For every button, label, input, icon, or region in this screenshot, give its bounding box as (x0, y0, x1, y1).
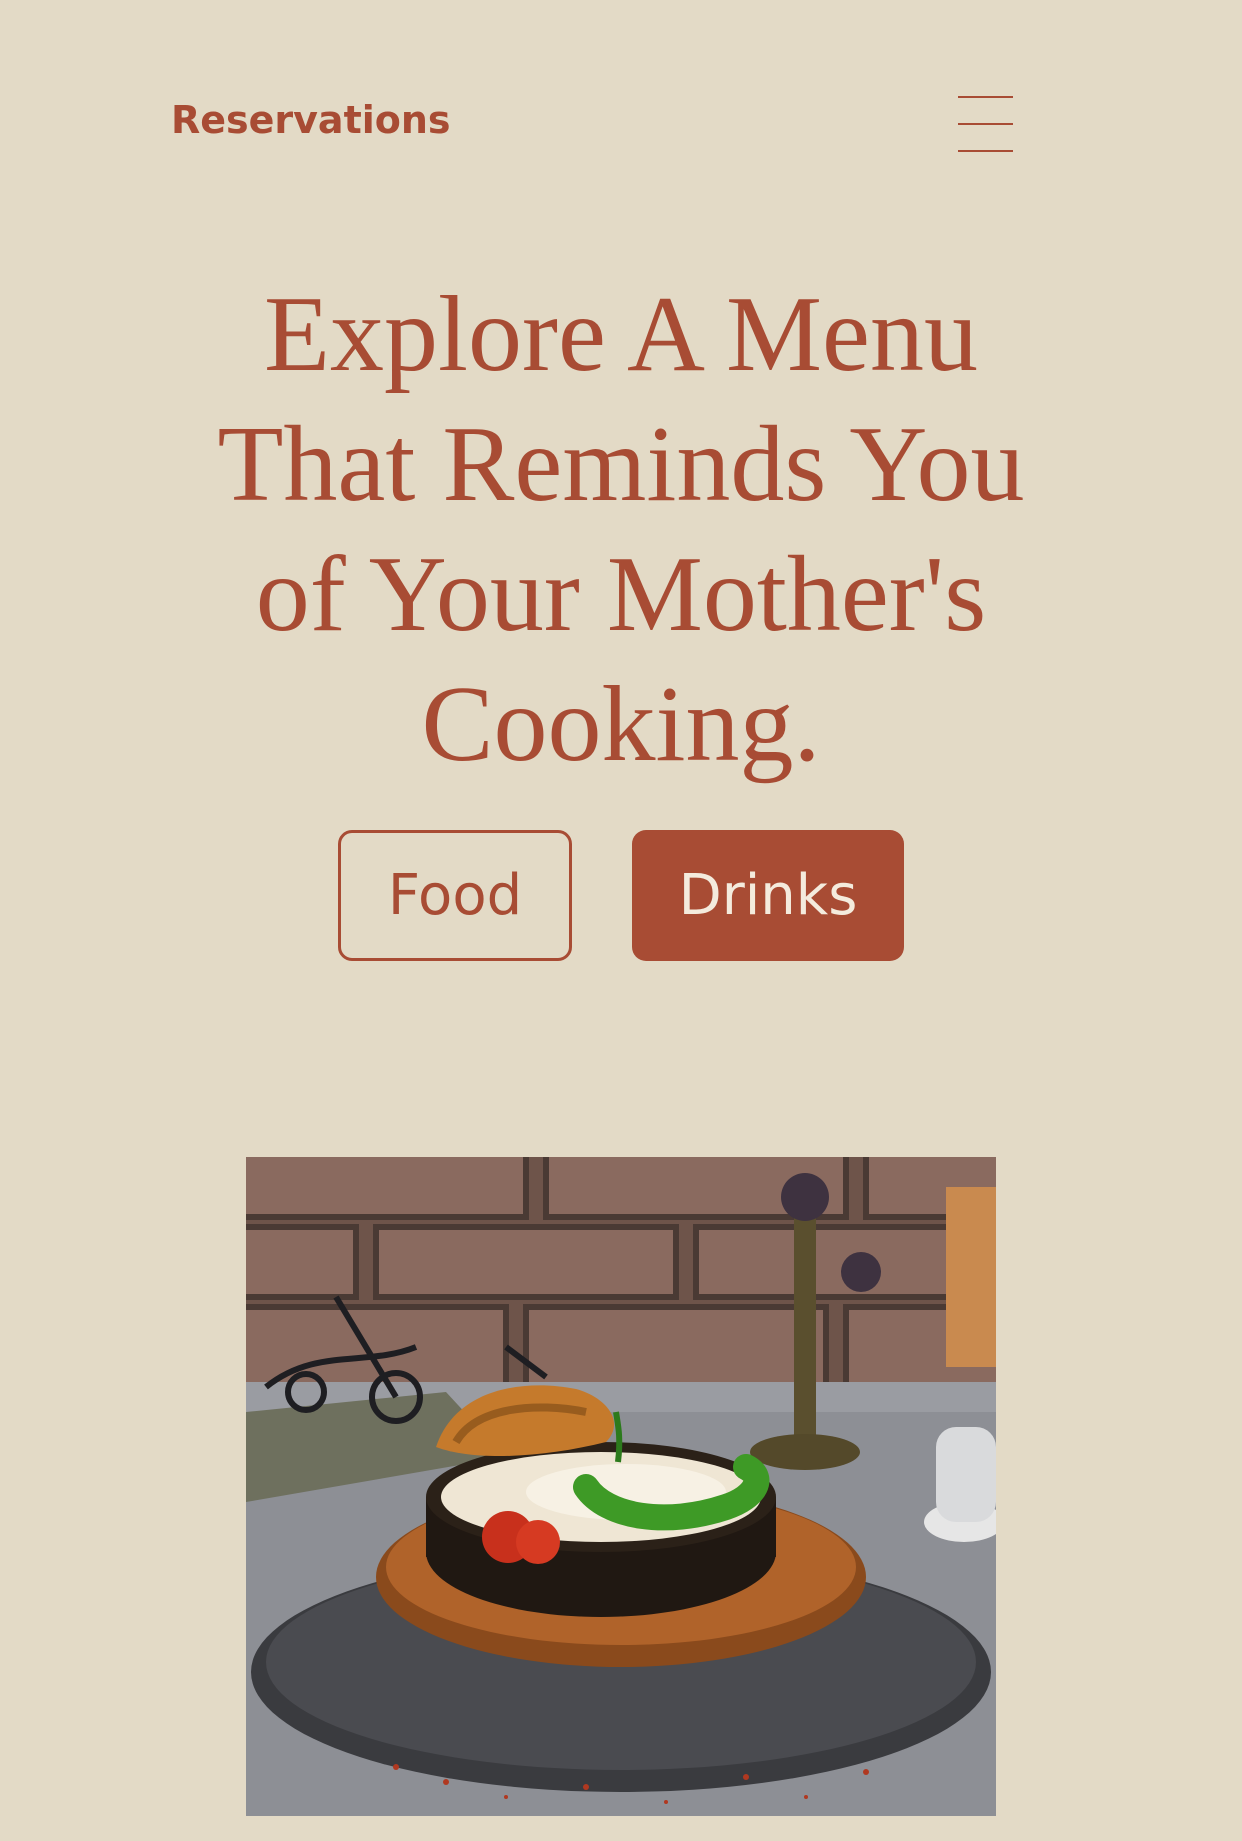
hamburger-menu-icon[interactable] (952, 90, 1014, 156)
hero-title: Explore A Menu That Reminds You of Your … (217, 275, 1025, 784)
drinks-tab-button[interactable]: Drinks (632, 830, 904, 961)
dish-photo (246, 1157, 996, 1816)
food-tab-button[interactable]: Food (338, 830, 572, 961)
reservations-link[interactable]: Reservations (171, 98, 451, 142)
